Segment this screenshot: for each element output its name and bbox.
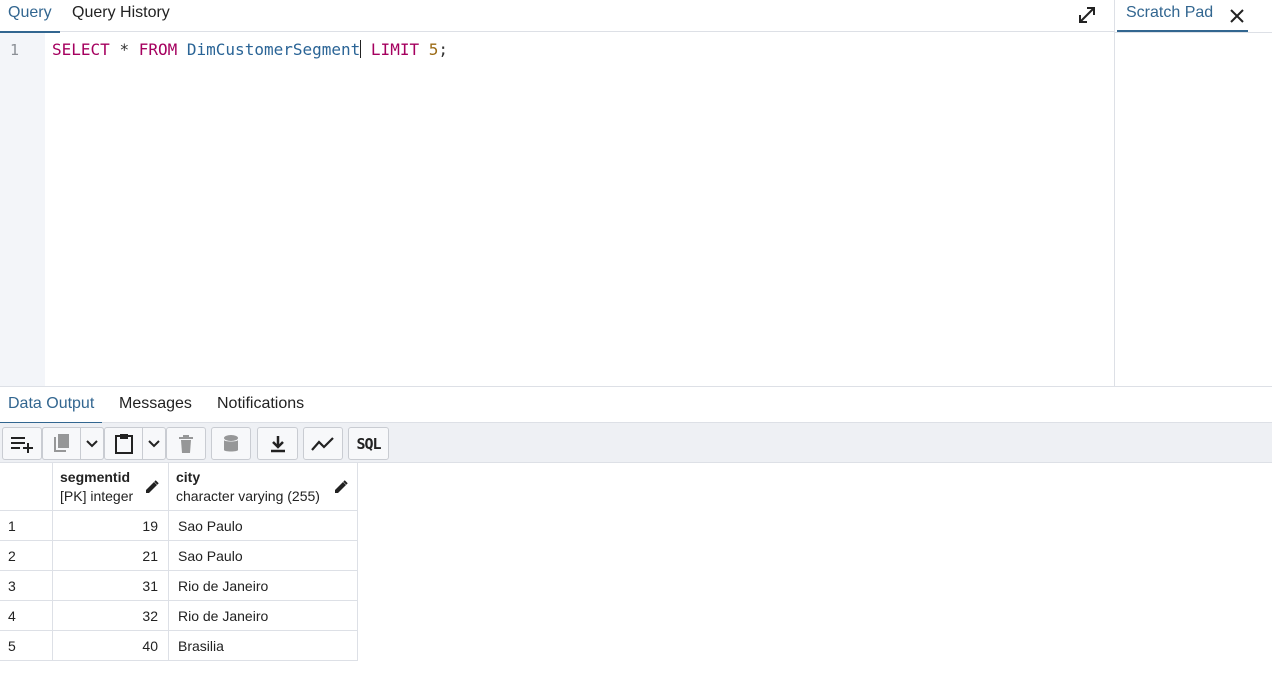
- column-name: city: [176, 469, 201, 485]
- column-header-segmentid[interactable]: segmentid [PK] integer: [53, 463, 169, 511]
- token-table: DimCustomerSegment: [186, 40, 361, 59]
- tab-scratch-pad[interactable]: Scratch Pad: [1117, 0, 1248, 32]
- token-star: *: [119, 40, 130, 59]
- trash-icon: [179, 434, 193, 453]
- line-number: 1: [10, 41, 20, 59]
- cell-segmentid[interactable]: 40: [53, 631, 169, 661]
- code-line[interactable]: SELECT * FROM DimCustomerSegment LIMIT 5…: [52, 40, 448, 60]
- cell-city[interactable]: Rio de Janeiro: [169, 601, 358, 631]
- row-number[interactable]: 2: [0, 541, 53, 571]
- column-header-city[interactable]: city character varying (255): [169, 463, 358, 511]
- clipboard-icon: [114, 433, 133, 454]
- row-number[interactable]: 5: [0, 631, 53, 661]
- line-gutter: 1: [0, 33, 45, 386]
- row-number[interactable]: 3: [0, 571, 53, 601]
- cell-segmentid[interactable]: 19: [53, 511, 169, 541]
- cell-segmentid[interactable]: 32: [53, 601, 169, 631]
- scratch-pad-title: Scratch Pad: [1126, 4, 1214, 21]
- token-semicolon: ;: [438, 40, 449, 59]
- tab-query[interactable]: Query: [0, 0, 60, 33]
- query-tab-bar: Query Query History: [0, 0, 1114, 33]
- save-data-button[interactable]: [211, 427, 251, 460]
- data-toolbar: SQL: [0, 423, 1272, 463]
- tab-query-history[interactable]: Query History: [64, 0, 178, 32]
- line-chart-icon: [311, 436, 334, 451]
- text-caret: [360, 40, 362, 58]
- copy-button[interactable]: [42, 427, 80, 460]
- cell-segmentid[interactable]: 21: [53, 541, 169, 571]
- delete-button[interactable]: [166, 427, 206, 460]
- column-type: [PK] integer: [60, 488, 134, 504]
- cell-city[interactable]: Sao Paulo: [169, 511, 358, 541]
- expand-icon[interactable]: [1076, 4, 1098, 26]
- token-select: SELECT: [52, 40, 110, 59]
- copy-icon: [53, 433, 69, 452]
- row-number[interactable]: 1: [0, 511, 53, 541]
- paste-options-button[interactable]: [142, 427, 166, 460]
- close-icon[interactable]: [1230, 6, 1244, 23]
- token-limit-value: 5: [428, 40, 439, 59]
- sql-label: SQL: [356, 434, 381, 453]
- scratch-pad-divider: [1115, 32, 1272, 33]
- chevron-down-icon: [148, 439, 160, 447]
- database-save-icon: [224, 434, 238, 451]
- pencil-icon[interactable]: [334, 480, 348, 494]
- copy-options-button[interactable]: [80, 427, 104, 460]
- column-type: character varying (255): [176, 488, 320, 504]
- cell-city[interactable]: Rio de Janeiro: [169, 571, 358, 601]
- tab-data-output[interactable]: Data Output: [0, 387, 103, 424]
- scratch-pad-panel: Scratch Pad: [1114, 0, 1272, 386]
- output-tab-bar: Data Output Messages Notifications: [0, 387, 1272, 424]
- token-limit: LIMIT: [370, 40, 420, 59]
- cell-city[interactable]: Brasilia: [169, 631, 358, 661]
- row-number-header: [0, 463, 53, 511]
- add-row-icon: [11, 436, 33, 453]
- graph-visualiser-button[interactable]: [303, 427, 343, 460]
- chevron-down-icon: [86, 439, 98, 447]
- cell-city[interactable]: Sao Paulo: [169, 541, 358, 571]
- token-from: FROM: [138, 40, 178, 59]
- tab-messages[interactable]: Messages: [111, 387, 200, 423]
- row-number[interactable]: 4: [0, 601, 53, 631]
- column-name: segmentid: [60, 469, 131, 485]
- paste-button[interactable]: [104, 427, 142, 460]
- pencil-icon[interactable]: [145, 480, 159, 494]
- download-icon: [270, 435, 285, 452]
- sql-editor[interactable]: 1 SELECT * FROM DimCustomerSegment LIMIT…: [0, 33, 1114, 386]
- tab-notifications[interactable]: Notifications: [209, 387, 312, 423]
- cell-segmentid[interactable]: 31: [53, 571, 169, 601]
- add-row-button[interactable]: [2, 427, 42, 460]
- sql-button[interactable]: SQL: [348, 427, 389, 460]
- download-button[interactable]: [257, 427, 298, 460]
